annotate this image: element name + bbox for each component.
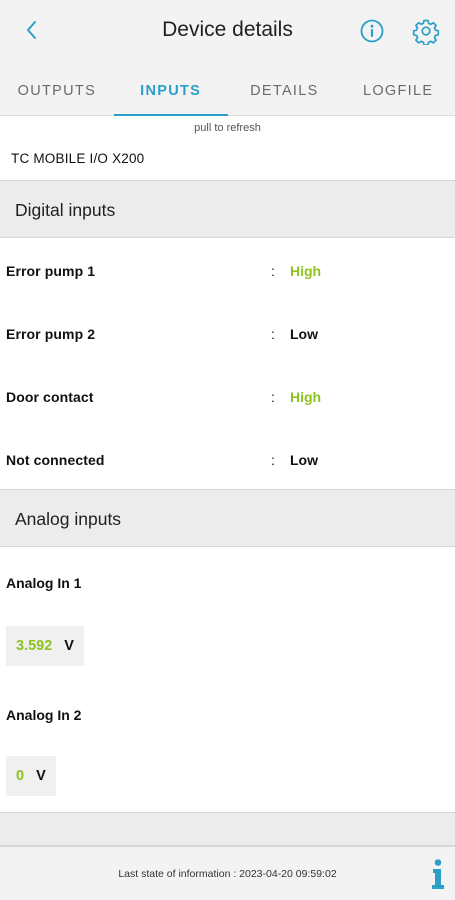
- input-value: High: [290, 263, 322, 279]
- digital-inputs-header: Digital inputs: [0, 180, 455, 238]
- app-header: Device details OUTPUTS INPUTS DETAILS LO…: [0, 0, 455, 116]
- pull-to-refresh-hint: pull to refresh: [194, 122, 261, 134]
- gear-icon: [412, 19, 440, 46]
- input-value: Low: [290, 452, 318, 468]
- analog-input-label: Analog In 1: [6, 575, 82, 591]
- device-name: TC MOBILE I/O X200: [11, 151, 145, 166]
- info-circle-icon: [360, 19, 384, 43]
- tab-logfile[interactable]: LOGFILE: [341, 66, 455, 116]
- input-label: Error pump 1: [6, 263, 96, 279]
- settings-button[interactable]: [412, 17, 440, 46]
- tab-bar: OUTPUTS INPUTS DETAILS LOGFILE: [0, 66, 455, 116]
- separator: :: [271, 452, 275, 468]
- info-icon: [432, 859, 444, 889]
- analog-inputs-header: Analog inputs: [0, 489, 455, 547]
- input-value: Low: [290, 326, 318, 342]
- last-update-text: Last state of information : 2023-04-20 0…: [118, 868, 337, 880]
- analog-input-label: Analog In 2: [6, 707, 82, 723]
- tab-details[interactable]: DETAILS: [228, 66, 342, 116]
- separator: :: [271, 389, 275, 405]
- info-button[interactable]: [359, 18, 385, 44]
- separator: :: [271, 326, 275, 342]
- digital-input-row: Error pump 2 : Low: [0, 320, 455, 350]
- analog-unit: V: [64, 638, 74, 654]
- input-label: Door contact: [6, 389, 94, 405]
- input-label: Not connected: [6, 452, 105, 468]
- section-title: Digital inputs: [15, 200, 116, 220]
- input-label: Error pump 2: [6, 326, 96, 342]
- footer-info-button[interactable]: [427, 857, 449, 891]
- separator: :: [271, 263, 275, 279]
- analog-unit: V: [36, 768, 46, 784]
- tab-outputs[interactable]: OUTPUTS: [0, 66, 114, 116]
- analog-value-box: 0 V: [6, 756, 56, 796]
- analog-value: 0: [16, 768, 25, 784]
- digital-input-row: Not connected : Low: [0, 446, 455, 476]
- digital-input-row: Error pump 1 : High: [0, 257, 455, 287]
- digital-input-row: Door contact : High: [0, 383, 455, 413]
- section-title: Analog inputs: [15, 509, 122, 529]
- tab-inputs[interactable]: INPUTS: [113, 66, 228, 116]
- analog-value-box: 3.592 V: [6, 626, 84, 666]
- empty-section-header: [0, 812, 455, 846]
- status-footer: Last state of information : 2023-04-20 0…: [0, 846, 455, 900]
- analog-value: 3.592: [16, 638, 53, 654]
- page-title: Device details: [162, 18, 293, 41]
- input-value: High: [290, 389, 322, 405]
